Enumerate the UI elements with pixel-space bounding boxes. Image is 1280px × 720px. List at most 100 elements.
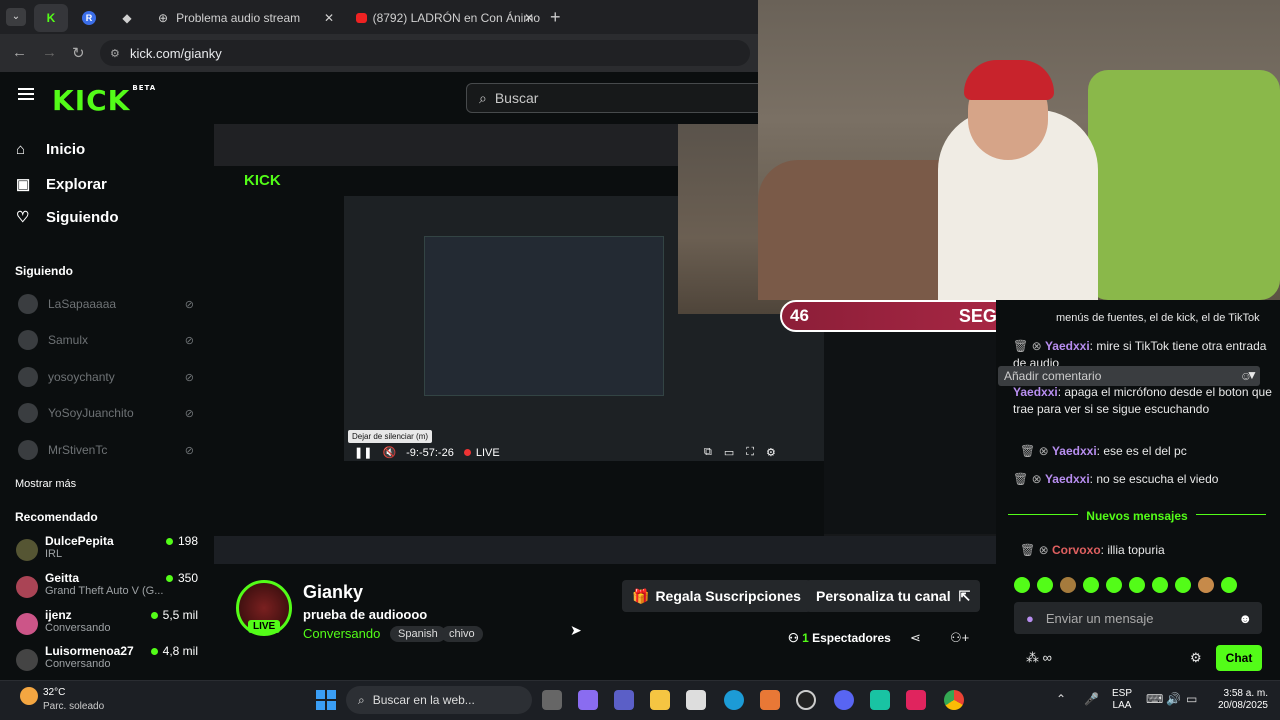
clock[interactable]: 3:58 a. m. 20/08/2025 <box>1212 688 1268 712</box>
chat-settings-icon[interactable]: ⚙ <box>1190 650 1202 666</box>
tiktok-icon[interactable] <box>906 690 926 710</box>
menu-icon[interactable] <box>18 88 34 100</box>
following-item[interactable]: Samulx ⊘ <box>18 330 208 350</box>
copilot-icon[interactable] <box>578 690 598 710</box>
teams-icon[interactable] <box>614 690 634 710</box>
youtube-icon <box>356 13 367 23</box>
following-item[interactable]: MrStivenTc ⊘ <box>18 440 208 460</box>
settings-icon[interactable]: ⚙ <box>766 446 776 459</box>
show-more-link[interactable]: Mostrar más <box>15 478 76 490</box>
back-icon[interactable]: ← <box>12 44 27 61</box>
search-icon: ⌕ <box>358 692 365 707</box>
stream-category[interactable]: Conversando <box>303 626 380 641</box>
diamond-tab-icon: ◆ <box>122 11 132 25</box>
gift-subscriptions-button[interactable]: 🎁 Regala Suscripciones <box>622 580 811 612</box>
mic-icon[interactable]: ● <box>1026 611 1034 626</box>
tab-r[interactable]: R <box>78 4 100 32</box>
streamer-name[interactable]: Gianky <box>303 582 363 603</box>
site-info-icon[interactable]: ⚙ <box>110 47 120 60</box>
recommended-item[interactable]: Geitta Grand Theft Auto V (G... 350 <box>16 571 214 605</box>
chat-message: 🗑 ⊗ Yaedxxi: ese es el del pc <box>1020 444 1187 458</box>
mic-icon[interactable]: 🎤 <box>1084 692 1099 706</box>
following-item[interactable]: yosoychanty ⊘ <box>18 367 208 387</box>
viewer-count: ⚇ 1 Espectadores <box>788 631 891 645</box>
search-input[interactable]: ⌕ Buscar <box>466 83 766 113</box>
channel-category: Grand Theft Auto V (G... <box>45 585 164 597</box>
volume-icon[interactable]: 🔊 <box>1166 692 1181 706</box>
tag-chivo[interactable]: chivo <box>441 626 483 642</box>
tag-spanish[interactable]: Spanish <box>390 626 446 642</box>
add-comment-input[interactable]: Añadir comentario ☺ <box>998 366 1260 386</box>
stream-title: prueba de audioooo <box>303 607 428 622</box>
recommended-item[interactable]: Luisormenoa27 Conversando 4,8 mil <box>16 644 214 678</box>
emote-bar[interactable] <box>1014 577 1264 593</box>
share-icon[interactable]: ⋖ <box>910 630 921 646</box>
chrome-icon[interactable] <box>944 690 964 710</box>
tab-list-button[interactable]: ⌄ <box>6 8 26 26</box>
tab-kick[interactable]: K <box>34 4 68 32</box>
chat-tools-icon[interactable]: ⁂ ∞ <box>1026 650 1052 666</box>
nav-inicio[interactable]: ⌂ Inicio <box>16 141 85 158</box>
live-dot <box>150 612 158 619</box>
volume-muted-icon[interactable]: 🔇 <box>382 446 396 459</box>
battery-icon[interactable]: ▭ <box>1186 692 1197 706</box>
chat-input[interactable]: ● Enviar un mensaje ☻ <box>1014 602 1262 634</box>
nav-explorar[interactable]: ▣ Explorar <box>16 175 107 194</box>
forward-icon[interactable]: → <box>42 44 57 61</box>
beta-label: BETA <box>132 84 157 92</box>
nav-siguiendo[interactable]: ♡ Siguiendo <box>16 208 119 227</box>
start-button[interactable] <box>316 690 336 710</box>
following-item[interactable]: YoSoyJuanchito ⊘ <box>18 403 208 423</box>
mouse-cursor: ➤ <box>570 622 582 638</box>
red-cap <box>964 60 1054 100</box>
filter-icon[interactable]: ▼ <box>1246 368 1258 382</box>
channel-name: Luisormenoa27 <box>45 644 134 658</box>
app-icon[interactable] <box>760 690 780 710</box>
recommended-item[interactable]: ijenz Conversando 5,5 mil <box>16 608 214 642</box>
clip-icon[interactable]: ⧉ <box>704 446 712 459</box>
tab-diamond[interactable]: ◆ <box>116 4 138 32</box>
r-tab-icon: R <box>82 11 96 25</box>
task-view-icon[interactable] <box>542 690 562 710</box>
search-icon: ⌕ <box>479 89 487 106</box>
avatar <box>16 613 38 635</box>
following-item[interactable]: LaSapaaaaa ⊘ <box>18 294 208 314</box>
player-controls: ❚❚ 🔇 -9:-57:-26 LIVE <box>354 446 500 460</box>
reload-icon[interactable]: ↻ <box>72 44 85 62</box>
channel-category: Conversando <box>45 658 111 670</box>
obs-icon[interactable] <box>796 690 816 710</box>
tray-chevron-icon[interactable]: ⌃ <box>1056 692 1066 706</box>
close-icon[interactable]: ✕ <box>324 11 334 25</box>
kick-tab-icon: K <box>46 11 56 25</box>
new-messages-banner[interactable]: Nuevos mensajes <box>1008 509 1266 533</box>
file-explorer-icon[interactable] <box>650 690 670 710</box>
address-bar[interactable]: ⚙ kick.com/gianky <box>100 40 750 66</box>
follow-icon[interactable]: ⚇+ <box>950 630 969 646</box>
tab-ladron[interactable]: (8792) LADRÓN en Con Ánimo ✕ <box>350 4 540 32</box>
weather-icon[interactable] <box>20 687 38 705</box>
app-green-icon[interactable] <box>870 690 890 710</box>
live-dot <box>165 538 173 545</box>
edge-icon[interactable] <box>724 690 744 710</box>
network-icon[interactable]: ⌨ <box>1146 692 1163 706</box>
fullscreen-icon[interactable]: ⛶ <box>746 446 754 459</box>
nested-taskbar <box>214 536 996 564</box>
kick-logo[interactable]: KICK BETA <box>52 84 156 117</box>
nested-kick-header <box>214 166 678 196</box>
close-icon[interactable]: ✕ <box>524 11 534 25</box>
theater-icon[interactable]: ▭ <box>724 446 734 459</box>
discord-icon[interactable] <box>834 690 854 710</box>
language-indicator[interactable]: ESP LAA <box>1112 688 1132 712</box>
emoji-icon[interactable]: ☻ <box>1238 611 1252 626</box>
tab-problema-audio[interactable]: ⊕ Problema audio stream ✕ <box>150 4 340 32</box>
customize-channel-button[interactable]: Personaliza tu canal ⇱ <box>806 580 981 612</box>
taskbar-search[interactable]: ⌕ Buscar en la web... <box>346 686 532 714</box>
chat-send-button[interactable]: Chat <box>1216 645 1262 671</box>
new-tab-button[interactable]: + <box>550 7 561 28</box>
avatar <box>16 539 38 561</box>
pause-icon[interactable]: ❚❚ <box>354 446 372 459</box>
recommended-item[interactable]: DulcePepita IRL 198 <box>16 534 214 568</box>
store-icon[interactable] <box>686 690 706 710</box>
notification-off-icon: ⊘ <box>184 371 194 384</box>
channel-name: Geitta <box>45 571 80 585</box>
